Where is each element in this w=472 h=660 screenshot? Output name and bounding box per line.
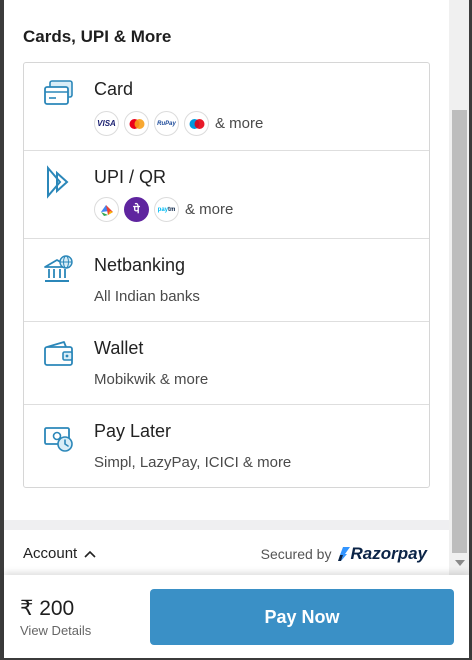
upi-icon — [42, 165, 76, 199]
method-card[interactable]: Card VISA RuPay & more — [24, 63, 429, 151]
section-title: Cards, UPI & More — [23, 27, 172, 46]
mastercard-logo — [124, 111, 149, 136]
payment-methods-panel: Cards, UPI & More Card VISA RuPay & more… — [4, 0, 449, 575]
method-upi-title: UPI / QR — [94, 167, 167, 187]
method-paylater-title: Pay Later — [94, 421, 172, 441]
scroll-down-arrow-icon[interactable] — [455, 560, 465, 566]
pay-now-button[interactable]: Pay Now — [150, 589, 454, 645]
view-details-link[interactable]: View Details — [20, 623, 91, 638]
razorpay-logo: Razorpay — [338, 544, 427, 564]
method-paylater[interactable]: Pay Later Simpl, LazyPay, ICICI & more — [24, 405, 429, 487]
account-toggle[interactable]: Account — [23, 545, 96, 562]
scrollbar-thumb[interactable] — [452, 110, 467, 553]
method-netbanking-title: Netbanking — [94, 255, 186, 275]
paylater-icon — [42, 421, 76, 455]
account-label: Account — [23, 545, 78, 562]
divider-band — [4, 520, 449, 530]
wallet-icon — [42, 338, 76, 372]
bank-icon — [42, 255, 76, 289]
card-more-text: & more — [215, 115, 264, 132]
method-netbanking[interactable]: Netbanking All Indian banks — [24, 239, 429, 322]
method-card-title: Card — [94, 79, 134, 99]
chevron-up-icon — [84, 550, 96, 558]
upi-more-text: & more — [185, 201, 234, 218]
card-icon — [42, 77, 76, 111]
method-upi[interactable]: UPI / QR पे paytm & more — [24, 151, 429, 239]
maestro-logo — [184, 111, 209, 136]
upi-app-logos: पे paytm & more — [94, 197, 233, 222]
visa-logo: VISA — [94, 111, 119, 136]
method-wallet-subtitle: Mobikwik & more — [94, 371, 209, 388]
total-amount: ₹ 200 — [20, 597, 75, 620]
payment-methods-list: Card VISA RuPay & more UPI / QR पे paytm… — [23, 62, 430, 488]
rupay-logo: RuPay — [154, 111, 179, 136]
google-pay-logo — [94, 197, 119, 222]
method-paylater-subtitle: Simpl, LazyPay, ICICI & more — [94, 454, 292, 471]
razorpay-wordmark: Razorpay — [350, 544, 427, 563]
secured-by-text: Secured by — [260, 546, 332, 562]
method-netbanking-subtitle: All Indian banks — [94, 288, 200, 305]
card-network-logos: VISA RuPay & more — [94, 111, 263, 136]
secured-by-badge: Secured by Razorpay — [261, 544, 427, 564]
payment-summary-bar: ₹ 200 View Details Pay Now — [4, 575, 469, 658]
razorpay-mark-icon — [338, 547, 351, 561]
vertical-scrollbar[interactable] — [449, 0, 469, 575]
method-wallet[interactable]: Wallet Mobikwik & more — [24, 322, 429, 405]
method-wallet-title: Wallet — [94, 338, 144, 358]
checkout-footer: Account Secured by Razorpay — [4, 530, 449, 575]
phonepe-logo: पे — [124, 197, 149, 222]
paytm-logo: paytm — [154, 197, 179, 222]
